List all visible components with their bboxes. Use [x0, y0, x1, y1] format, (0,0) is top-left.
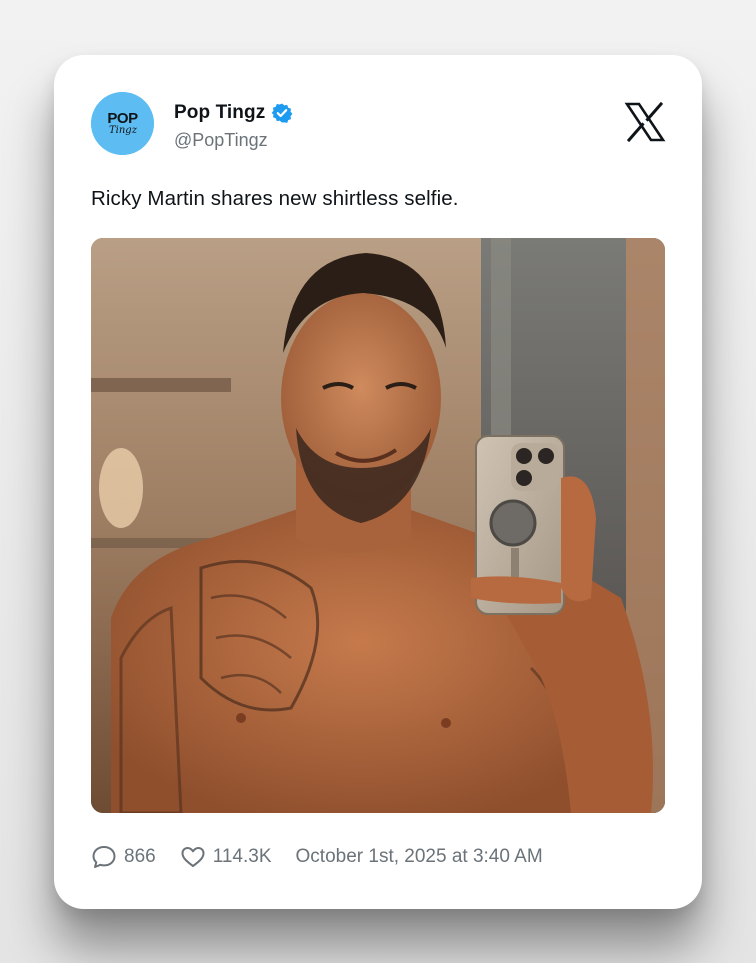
author-display-name[interactable]: Pop Tingz — [174, 102, 265, 124]
tweet-text: Ricky Martin shares new shirtless selfie… — [91, 187, 459, 210]
author-name-row: Pop Tingz — [174, 101, 293, 125]
tweet-card: POP Tingz Pop Tingz @PopTingz Ricky Mart… — [54, 55, 702, 909]
like-button[interactable]: 114.3K — [180, 844, 272, 870]
x-logo-icon[interactable] — [624, 101, 666, 143]
tweet-timestamp[interactable]: October 1st, 2025 at 3:40 AM — [296, 846, 543, 868]
avatar[interactable]: POP Tingz — [91, 92, 154, 155]
like-count: 114.3K — [212, 846, 272, 867]
tweet-photo[interactable] — [91, 238, 665, 813]
reply-count: 866 — [124, 846, 156, 867]
avatar-logo-bottom: Tingz — [109, 125, 138, 136]
heart-icon — [181, 847, 205, 867]
author-handle[interactable]: @PopTingz — [174, 130, 268, 151]
comment-bubble-icon — [92, 846, 116, 868]
reply-button[interactable]: 866 — [91, 844, 156, 870]
tweet-footer: 866 114.3K October 1st, 2025 at 3:40 AM — [91, 843, 543, 871]
verified-badge-icon — [271, 102, 293, 124]
